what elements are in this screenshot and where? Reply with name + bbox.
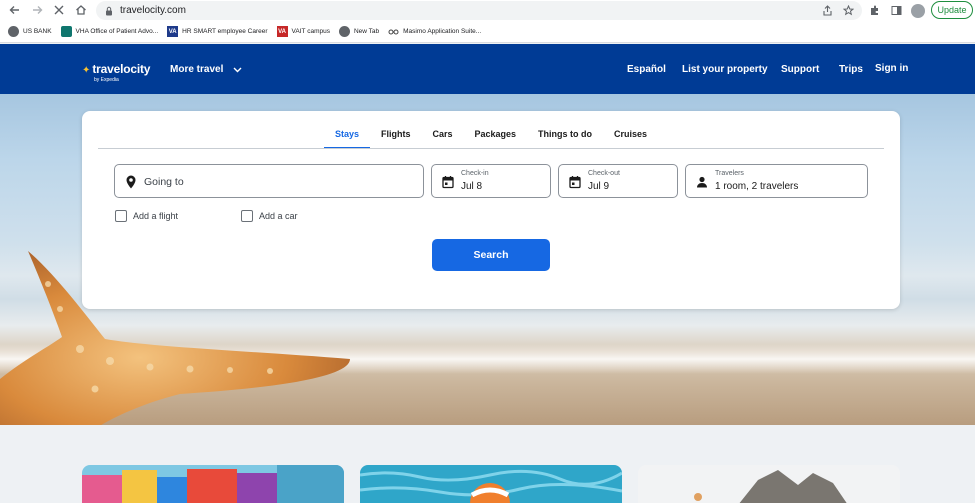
checkbox-box[interactable] [115,210,127,222]
nav-trips[interactable]: Trips [839,64,863,75]
checkbox-box[interactable] [241,210,253,222]
check-out-value: Jul 9 [588,181,610,192]
travelocity-logo[interactable]: ✦ travelocity by Expedia [82,60,150,83]
bookmark-masimo[interactable]: Masimo Application Suite... [388,26,481,37]
add-car-label: Add a car [259,211,298,221]
bookmark-label: VHA Office of Patient Advo... [75,28,159,35]
logo-star-icon: ✦ [82,65,91,76]
bookmark-label: US BANK [23,28,52,35]
search-tabs: Stays Flights Cars Packages Things to do… [82,123,900,149]
brand-sub: by Expedia [94,77,119,83]
search-card: Stays Flights Cars Packages Things to do… [82,111,900,309]
promo-card-image-2[interactable] [360,465,622,503]
location-pin-icon [126,175,136,189]
stop-loading-icon[interactable] [49,0,69,20]
promo-card-image-1[interactable] [82,465,344,503]
brand-name: travelocity [92,62,151,76]
bookmark-vait-campus[interactable]: VA VAIT campus [276,26,330,37]
side-panel-icon[interactable] [888,3,904,19]
colorful-buildings-image [82,465,344,503]
bookmark-us-bank[interactable]: US BANK [8,26,52,37]
lock-icon [106,6,112,15]
home-icon[interactable] [71,0,91,20]
rock-coast-image [638,465,900,503]
more-travel-menu[interactable]: More travel [170,64,242,75]
back-icon[interactable] [5,0,25,20]
bookmark-label: Masimo Application Suite... [403,28,482,35]
bookmark-hr-smart[interactable]: VA HR SMART employee Career [167,26,268,37]
check-in-label: Check-in [461,170,489,177]
shield-icon [60,26,72,37]
nav-support[interactable]: Support [781,64,819,75]
extensions-icon[interactable] [866,3,882,19]
check-in-field[interactable]: Check-in Jul 8 [431,164,551,198]
going-to-input[interactable]: Going to [114,164,424,198]
forward-icon[interactable] [27,0,47,20]
masimo-icon [388,26,399,37]
tab-things-to-do[interactable]: Things to do [527,123,603,149]
promo-card-image-3[interactable] [638,465,900,503]
more-travel-label: More travel [170,64,224,75]
address-bar[interactable]: travelocity.com [96,1,862,20]
person-icon [697,176,707,188]
check-out-field[interactable]: Check-out Jul 9 [558,164,678,198]
check-in-value: Jul 8 [461,181,483,192]
nav-espanol[interactable]: Español [627,64,666,75]
globe-icon [338,26,350,37]
bookmark-star-icon[interactable] [842,4,855,19]
going-to-placeholder: Going to [144,176,184,188]
url-text: travelocity.com [120,5,186,16]
bookmark-vha-office[interactable]: VHA Office of Patient Advo... [60,26,159,37]
bookmark-label: HR SMART employee Career [182,28,268,35]
travelers-label: Travelers [715,170,744,177]
nav-sign-in[interactable]: Sign in [875,63,908,74]
va-logo-icon: VA [167,26,179,37]
bookmarks-bar: US BANK VHA Office of Patient Advo... VA… [0,21,975,43]
va-red-logo-icon: VA [276,26,288,37]
bookmark-new-tab[interactable]: New Tab [338,26,380,37]
add-flight-checkbox[interactable]: Add a flight [115,210,178,222]
share-icon[interactable] [822,5,833,19]
travelers-field[interactable]: Travelers 1 room, 2 travelers [685,164,868,198]
calendar-icon [569,176,581,189]
tab-cars[interactable]: Cars [421,123,463,149]
update-button[interactable]: Update [931,1,973,19]
search-button[interactable]: Search [432,239,550,271]
add-car-checkbox[interactable]: Add a car [241,210,298,222]
tab-packages[interactable]: Packages [463,123,527,149]
pool-beach-ball-image [360,465,622,503]
tabs-divider [98,148,884,149]
nav-list-your-property[interactable]: List your property [682,64,768,75]
calendar-icon [442,176,454,189]
travelers-value: 1 room, 2 travelers [715,181,799,192]
tab-stays[interactable]: Stays [323,123,370,149]
browser-toolbar: travelocity.com Update [0,0,975,21]
bookmark-label: VAIT campus [291,28,330,35]
profile-avatar[interactable] [910,3,926,19]
check-out-label: Check-out [588,170,620,177]
add-flight-label: Add a flight [133,211,179,221]
tab-cruises[interactable]: Cruises [603,123,658,149]
site-header: ✦ travelocity by Expedia More travel Espa… [0,44,975,94]
globe-icon [8,26,19,37]
bookmark-label: New Tab [353,28,380,35]
tab-flights[interactable]: Flights [370,123,422,149]
chevron-down-icon [233,67,242,72]
